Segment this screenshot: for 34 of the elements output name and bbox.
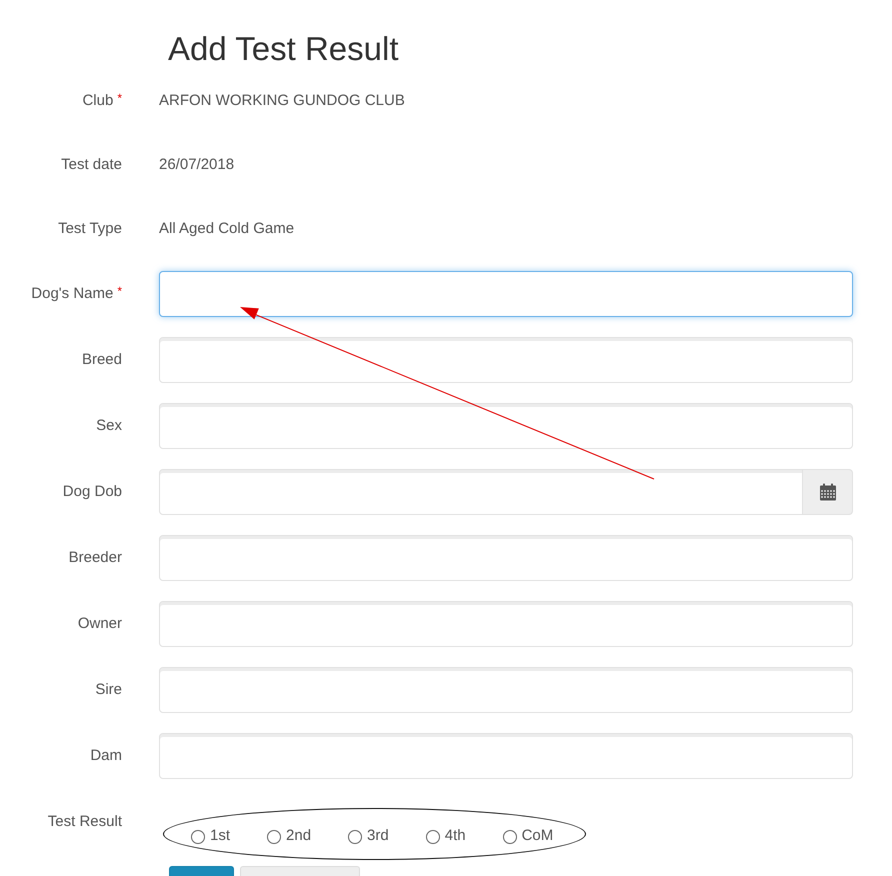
field-label: Sire <box>95 680 122 700</box>
field-label: Test Type <box>58 219 122 239</box>
field-label: Test date <box>61 155 122 175</box>
field-value: 26/07/2018 <box>159 155 234 175</box>
radio-label: 1st <box>210 826 230 846</box>
field-label: Owner <box>78 614 122 634</box>
radio-button[interactable] <box>267 830 282 844</box>
radio-button[interactable] <box>191 830 205 844</box>
field-value: All Aged Cold Game <box>159 219 294 239</box>
radio-label: 3rd <box>367 826 389 846</box>
radio-button[interactable] <box>502 830 517 844</box>
field-label: Dog Dob <box>62 482 122 502</box>
radio-button[interactable] <box>348 830 362 844</box>
radio-label: 2nd <box>286 826 312 846</box>
primary-button[interactable] <box>169 866 234 876</box>
calendar-icon <box>818 483 836 501</box>
page-title: Add Test Result <box>168 29 399 69</box>
date-field[interactable] <box>159 469 803 515</box>
field-value: ARFON WORKING GUNDOG CLUB <box>159 91 405 111</box>
field-label: Club <box>82 91 114 111</box>
secondary-button[interactable] <box>240 866 360 876</box>
field-label: Test Result <box>48 812 122 832</box>
field-label: Breed <box>82 350 122 370</box>
required-asterisk: * <box>117 92 122 104</box>
field-label: Dog's Name <box>31 284 114 304</box>
calendar-button[interactable] <box>803 469 853 515</box>
required-asterisk: * <box>117 284 122 296</box>
radio-button[interactable] <box>426 830 440 844</box>
text-field[interactable] <box>159 271 853 317</box>
radio-label: CoM <box>522 826 554 846</box>
field-label: Sex <box>96 416 122 436</box>
radio-label: 4th <box>444 826 466 846</box>
field-label: Dam <box>90 746 122 766</box>
field-label: Breeder <box>68 548 122 568</box>
